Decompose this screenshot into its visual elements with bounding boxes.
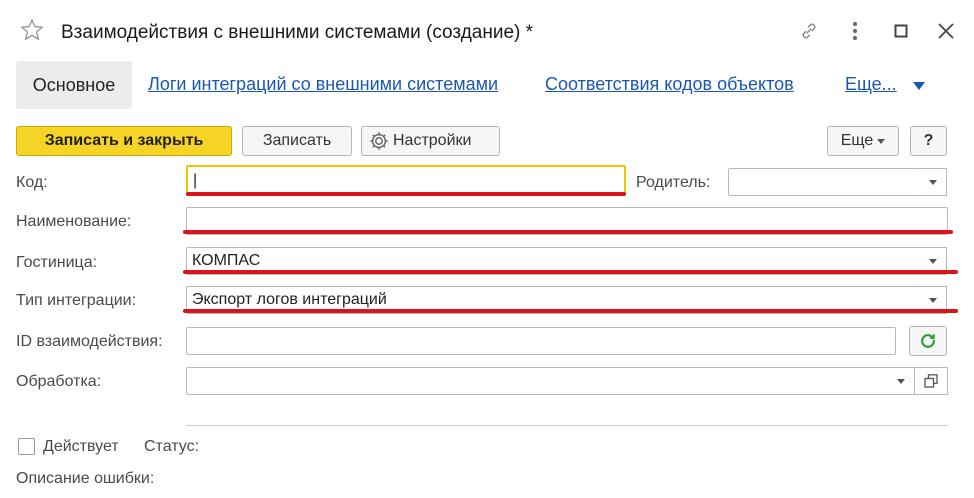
hotel-label: Гостиница:	[16, 254, 98, 271]
chevron-down-icon	[896, 378, 905, 384]
chevron-down-icon	[928, 258, 937, 264]
interaction-id-label: ID взаимодействия:	[16, 333, 163, 350]
code-label: Код:	[16, 174, 48, 191]
annotation-underline	[186, 192, 626, 196]
save-button[interactable]: Записать	[242, 126, 352, 156]
tab-object-codes[interactable]: Соответствия кодов объектов	[545, 74, 794, 95]
star-icon[interactable]	[20, 18, 44, 42]
processing-dropdown-button[interactable]	[887, 367, 915, 395]
help-button[interactable]: ?	[910, 126, 947, 156]
interaction-id-field[interactable]	[186, 327, 896, 355]
caret-down-icon	[877, 138, 886, 144]
link-icon[interactable]	[796, 18, 822, 44]
processing-field[interactable]	[186, 367, 888, 395]
active-checkbox[interactable]	[18, 438, 35, 455]
status-label: Статус:	[144, 438, 200, 455]
tab-main[interactable]: Основное	[16, 61, 132, 109]
refresh-button[interactable]	[909, 326, 947, 356]
name-label: Наименование:	[16, 213, 132, 230]
more-actions-button[interactable]: Еще	[827, 126, 899, 156]
close-icon[interactable]	[933, 18, 959, 44]
annotation-underline	[183, 270, 958, 274]
settings-button[interactable]: Настройки	[361, 126, 500, 156]
tab-integration-logs[interactable]: Логи интеграций со внешними системами	[148, 74, 498, 95]
more-vertical-icon[interactable]	[842, 18, 868, 44]
integration-type-label: Тип интеграции:	[16, 292, 137, 309]
gear-icon	[370, 132, 388, 150]
chevron-down-icon	[928, 297, 937, 303]
divider	[186, 425, 948, 426]
maximize-icon[interactable]	[888, 18, 914, 44]
chevron-down-icon[interactable]	[913, 82, 925, 90]
open-copy-icon	[924, 374, 938, 388]
error-description-label: Описание ошибки:	[16, 470, 155, 487]
tab-more[interactable]: Еще...	[845, 74, 897, 95]
parent-label: Родитель:	[636, 174, 711, 191]
parent-dropdown-button[interactable]	[919, 168, 947, 196]
annotation-underline	[183, 309, 958, 313]
window-title: Взаимодействия с внешними системами (соз…	[61, 22, 534, 43]
annotation-underline	[183, 230, 953, 234]
processing-label: Обработка:	[16, 373, 102, 390]
save-and-close-button[interactable]: Записать и закрыть	[16, 126, 232, 156]
parent-field[interactable]	[728, 168, 920, 196]
refresh-icon	[921, 333, 935, 348]
more-actions-label: Еще	[840, 132, 874, 149]
settings-label: Настройки	[393, 132, 472, 149]
chevron-down-icon	[928, 179, 937, 185]
active-label: Действует	[43, 438, 119, 455]
open-processing-button[interactable]	[915, 367, 948, 395]
